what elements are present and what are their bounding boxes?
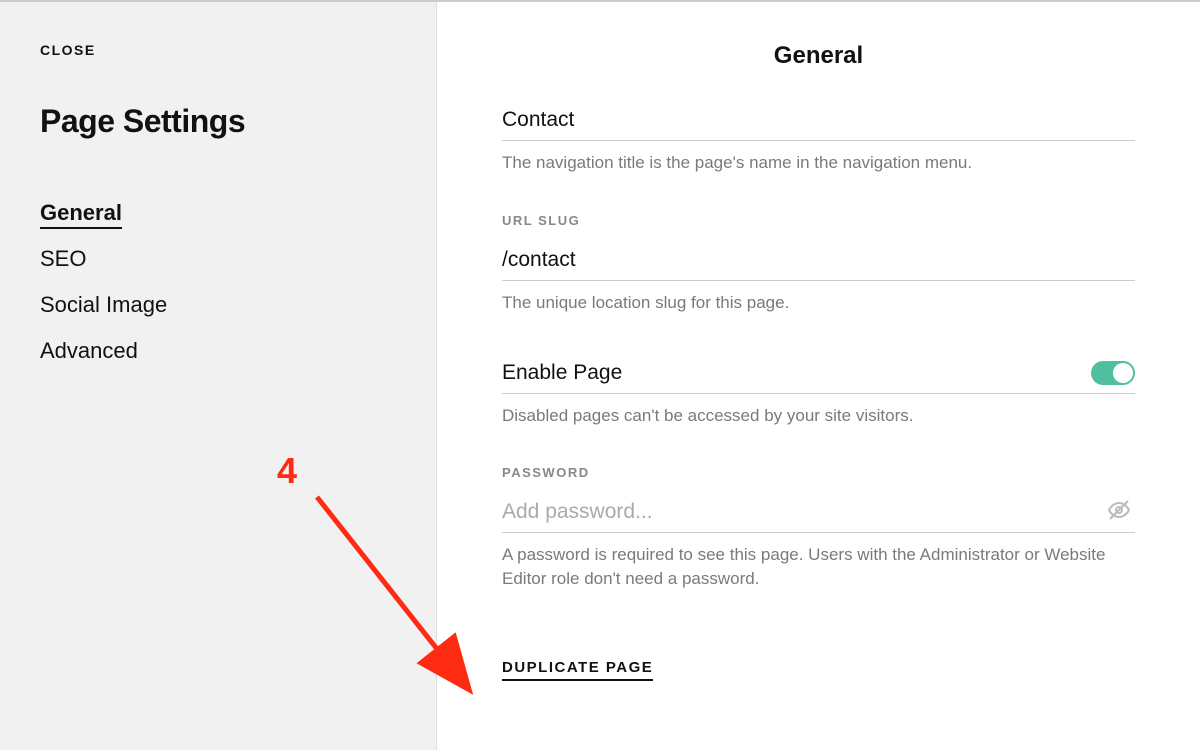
url-slug-input[interactable] [502,240,1135,281]
url-slug-help: The unique location slug for this page. [502,291,1135,315]
sidebar-item-general[interactable]: General [40,190,396,236]
eye-off-icon[interactable] [1103,498,1135,527]
enable-page-row: Enable Page [502,353,1135,394]
sidebar-item-label: Advanced [40,338,138,363]
enable-page-label: Enable Page [502,361,622,385]
sidebar-item-social-image[interactable]: Social Image [40,282,396,328]
password-label: PASSWORD [502,465,1135,480]
nav-title-input[interactable] [502,100,1135,141]
main-header: General [437,2,1200,100]
close-button[interactable]: CLOSE [40,42,396,58]
enable-page-help: Disabled pages can't be accessed by your… [502,404,1135,428]
enable-page-field-group: Enable Page Disabled pages can't be acce… [502,353,1135,428]
password-help: A password is required to see this page.… [502,543,1135,591]
annotation-arrow-icon [302,482,502,712]
url-slug-label: URL SLUG [502,213,1135,228]
nav-title-field-group: The navigation title is the page's name … [502,100,1135,175]
main-panel: General The navigation title is the page… [437,2,1200,750]
sidebar-item-label: Social Image [40,292,167,317]
annotation-step-number: 4 [277,450,297,492]
sidebar-item-label: SEO [40,246,86,271]
sidebar-item-advanced[interactable]: Advanced [40,328,396,374]
sidebar-item-label: General [40,200,122,229]
url-slug-field-group: URL SLUG The unique location slug for th… [502,213,1135,315]
page-title: Page Settings [40,103,396,140]
duplicate-page-link[interactable]: DUPLICATE PAGE [502,659,653,681]
content-area: The navigation title is the page's name … [437,100,1200,681]
sidebar-item-seo[interactable]: SEO [40,236,396,282]
password-input-row [502,492,1135,533]
toggle-knob [1113,363,1133,383]
enable-page-toggle[interactable] [1091,361,1135,385]
nav-title-help: The navigation title is the page's name … [502,151,1135,175]
password-input[interactable] [502,492,1103,532]
password-field-group: PASSWORD A password is required to see t… [502,465,1135,591]
